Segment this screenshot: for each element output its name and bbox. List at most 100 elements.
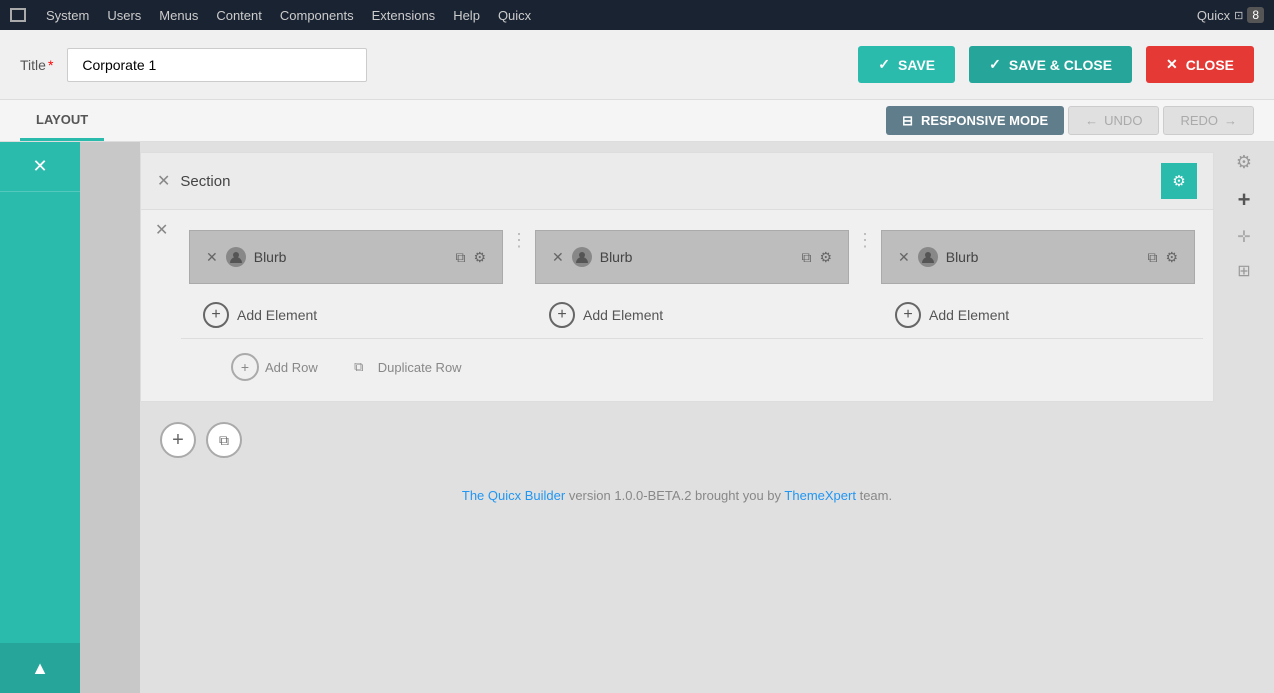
column-divider-1: ⋮	[515, 230, 523, 251]
gear-icon-section: ⚙	[1172, 172, 1185, 190]
blurb-remove-1[interactable]: ✕	[206, 249, 218, 266]
x-icon-close: ✕	[1166, 56, 1178, 73]
column-divider-2: ⋮	[861, 230, 869, 251]
duplicate-row-button[interactable]: ⧉ Duplicate Row	[336, 348, 472, 386]
blurb-remove-3[interactable]: ✕	[898, 249, 910, 266]
quicx-window: Quicx ⊡ 8	[1197, 7, 1264, 23]
blurb-user-icon-3	[918, 247, 938, 267]
section-gear-button[interactable]: ⚙	[1161, 163, 1197, 199]
check-icon: ✓	[878, 56, 890, 73]
gray-panel	[80, 142, 140, 693]
x-icon-sidebar: ✕	[32, 156, 47, 177]
blurb-gear-2[interactable]: ⚙	[819, 249, 832, 266]
row-close-button[interactable]: ✕	[155, 220, 168, 240]
menu-users[interactable]: Users	[107, 8, 141, 23]
duplicate-row-label: Duplicate Row	[378, 360, 462, 375]
menu-content[interactable]: Content	[216, 8, 262, 23]
section-container: ✕ Section ⚙ ✕ ✕	[140, 152, 1214, 402]
blurb-element-3: ✕ Blurb ⧉ ⚙	[881, 230, 1195, 284]
toolbar-row: Title* ✓ SAVE ✓ SAVE & CLOSE ✕ CLOSE	[0, 30, 1274, 100]
tab-layout[interactable]: LAYOUT	[20, 100, 104, 141]
blurb-element-2: ✕ Blurb ⧉ ⚙	[535, 230, 849, 284]
plus-circle-add-row: +	[231, 353, 259, 381]
menu-menus[interactable]: Menus	[159, 8, 198, 23]
blurb-element-1: ✕ Blurb ⧉ ⚙	[189, 230, 503, 284]
team-text: team.	[856, 488, 892, 503]
plus-icon-3: +	[895, 302, 921, 328]
blurb-gear-3[interactable]: ⚙	[1165, 249, 1178, 266]
redo-arrow-icon: →	[1224, 113, 1237, 128]
blurb-user-icon-2	[572, 247, 592, 267]
add-element-button-1[interactable]: + Add Element	[189, 292, 503, 338]
blurb-copy-2[interactable]: ⧉	[801, 249, 811, 266]
blurb-remove-2[interactable]: ✕	[552, 249, 564, 266]
blurb-copy-3[interactable]: ⧉	[1147, 249, 1157, 266]
undo-button[interactable]: ← UNDO	[1068, 106, 1159, 135]
blurb-user-icon-1	[226, 247, 246, 267]
main-content: ✕ ▲ ✕ Section ⚙ ✕	[0, 142, 1274, 693]
add-element-button-2[interactable]: + Add Element	[535, 292, 849, 338]
plus-icon-1: +	[203, 302, 229, 328]
right-move-icon[interactable]: ✛	[1237, 227, 1250, 247]
menu-items: System Users Menus Content Components Ex…	[46, 8, 531, 23]
plus-icon-section: +	[172, 429, 184, 452]
blurb-label-2: Blurb	[600, 249, 633, 265]
quicx-app-label: Quicx	[1197, 8, 1230, 23]
responsive-icon: ⊟	[902, 113, 913, 129]
version-text: version 1.0.0-BETA.2 brought you by	[565, 488, 784, 503]
add-row-button[interactable]: + Add Row	[221, 347, 328, 387]
column-2: ✕ Blurb ⧉ ⚙ +	[527, 230, 857, 338]
canvas-area: ✕ Section ⚙ ✕ ✕	[140, 142, 1214, 693]
sidebar-collapse-button[interactable]: ▲	[0, 643, 80, 693]
menu-bar: System Users Menus Content Components Ex…	[0, 0, 1274, 30]
blurb-gear-1[interactable]: ⚙	[473, 249, 486, 266]
add-section-button[interactable]: +	[160, 422, 196, 458]
redo-button[interactable]: REDO →	[1163, 106, 1254, 135]
below-section: + ⧉	[140, 412, 1214, 468]
column-3: ✕ Blurb ⧉ ⚙ +	[873, 230, 1203, 338]
row-actions: + Add Row ⧉ Duplicate Row	[181, 338, 1203, 401]
column-1: ✕ Blurb ⧉ ⚙ +	[181, 230, 511, 338]
add-element-button-3[interactable]: + Add Element	[881, 292, 1195, 338]
menu-help[interactable]: Help	[453, 8, 480, 23]
menu-extensions[interactable]: Extensions	[372, 8, 436, 23]
right-plus-icon[interactable]: +	[1238, 187, 1251, 213]
sidebar-close-button[interactable]: ✕	[0, 142, 80, 192]
right-grid-icon[interactable]: ⊞	[1237, 261, 1250, 281]
builder-footer: The Quicx Builder version 1.0.0-BETA.2 b…	[140, 468, 1214, 523]
layout-row: LAYOUT ⊟ RESPONSIVE MODE ← UNDO REDO →	[0, 100, 1274, 142]
undo-arrow-icon: ←	[1085, 113, 1098, 128]
duplicate-section-icon: ⧉	[219, 432, 229, 449]
blurb-label-3: Blurb	[946, 249, 979, 265]
x-icon-row: ✕	[155, 222, 168, 239]
builder-link[interactable]: The Quicx Builder	[462, 488, 565, 503]
section-header: ✕ Section ⚙	[141, 153, 1213, 210]
responsive-mode-button[interactable]: ⊟ RESPONSIVE MODE	[886, 106, 1064, 135]
plus-icon-2: +	[549, 302, 575, 328]
blurb-copy-1[interactable]: ⧉	[455, 249, 465, 266]
menu-system[interactable]: System	[46, 8, 89, 23]
chevron-up-icon: ▲	[31, 658, 49, 679]
close-button[interactable]: ✕ CLOSE	[1146, 46, 1254, 83]
add-element-label-3: Add Element	[929, 307, 1009, 323]
right-gear-icon[interactable]: ⚙	[1236, 152, 1252, 173]
window-icon	[10, 8, 26, 22]
menu-quicx[interactable]: Quicx	[498, 8, 531, 23]
menu-components[interactable]: Components	[280, 8, 354, 23]
duplicate-section-button[interactable]: ⧉	[206, 422, 242, 458]
theme-link[interactable]: ThemeXpert	[784, 488, 856, 503]
title-label: Title*	[20, 57, 53, 73]
blurb-label-1: Blurb	[254, 249, 287, 265]
title-input[interactable]	[67, 48, 367, 82]
check-icon-save-close: ✓	[989, 56, 1001, 73]
add-row-label: Add Row	[265, 360, 318, 375]
section-label: Section	[180, 173, 230, 190]
duplicate-row-icon: ⧉	[346, 354, 372, 380]
save-close-button[interactable]: ✓ SAVE & CLOSE	[969, 46, 1132, 83]
save-button[interactable]: ✓ SAVE	[858, 46, 955, 83]
add-element-label-2: Add Element	[583, 307, 663, 323]
section-close-icon[interactable]: ✕	[157, 171, 170, 191]
left-sidebar: ✕ ▲	[0, 142, 80, 693]
right-panel: ⚙ + ✛ ⊞	[1214, 142, 1274, 693]
title-required: *	[48, 57, 53, 73]
